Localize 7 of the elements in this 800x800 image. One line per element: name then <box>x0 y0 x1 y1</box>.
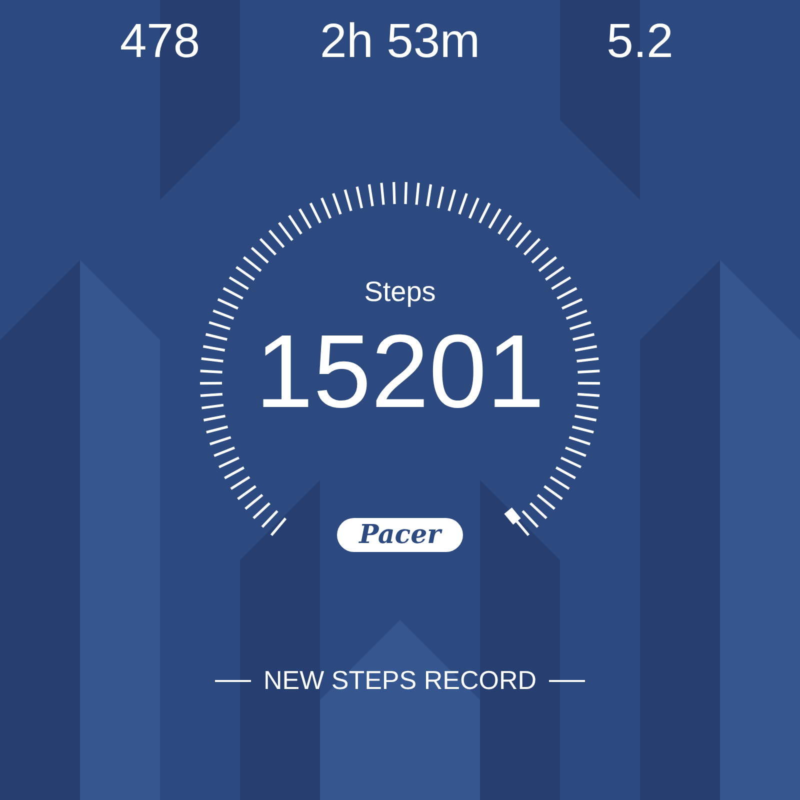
stat-value: 5.2 <box>606 14 674 70</box>
record-label: NEW STEPS RECORD <box>263 665 537 696</box>
stat-value: 478 <box>120 14 200 70</box>
stat-value: 2h 53m <box>320 14 480 70</box>
steps-label: Steps <box>364 276 436 308</box>
steps-count: 15201 <box>255 313 545 432</box>
app-logo: Pacer <box>337 518 463 552</box>
